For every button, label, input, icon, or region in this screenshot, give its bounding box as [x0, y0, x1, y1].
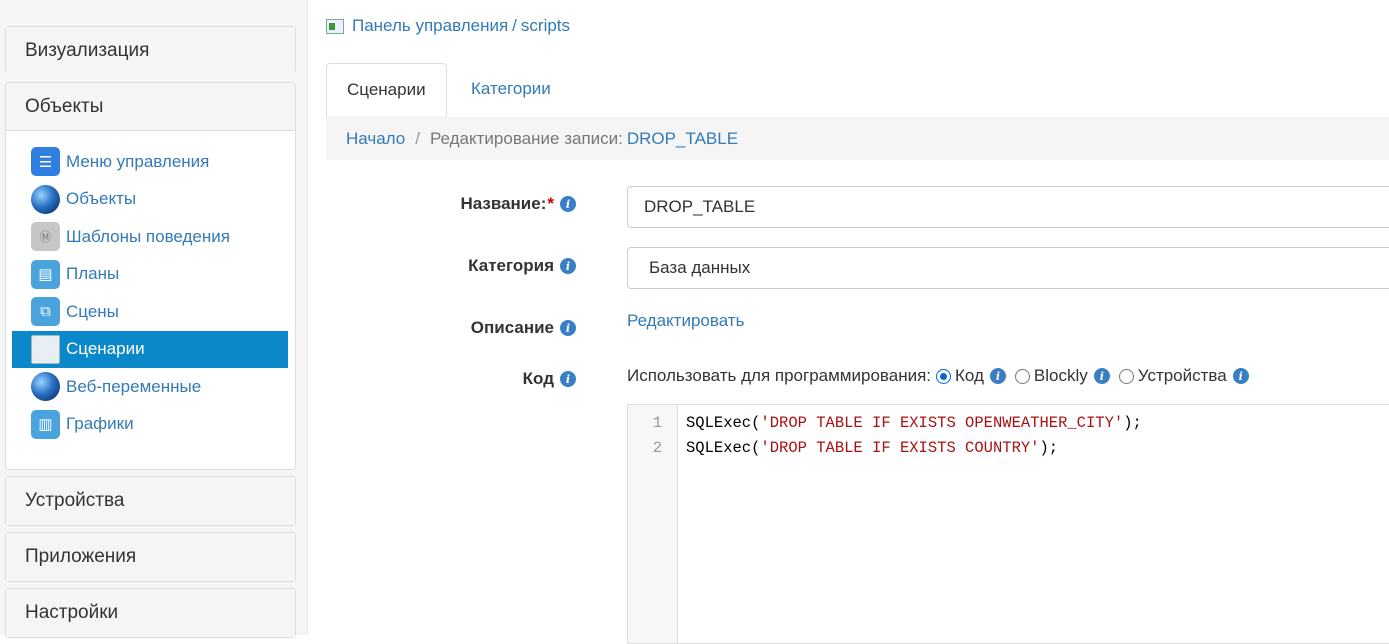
- programming-mode: Использовать для программирования: Код i…: [627, 366, 1253, 386]
- info-icon[interactable]: i: [1093, 368, 1110, 384]
- sidebar-section-visualization[interactable]: Визуализация: [5, 26, 296, 75]
- top-breadcrumb: Панель управления / scripts: [326, 15, 570, 37]
- sidebar-section-label: Настройки: [6, 589, 295, 637]
- description-label-row: Описание i: [326, 317, 576, 339]
- scenes-icon: ⧉: [31, 297, 60, 327]
- web-globe-icon: [31, 372, 60, 402]
- radio-code-label[interactable]: Код: [955, 366, 984, 386]
- sidebar-item-scripts[interactable]: Сценарии: [12, 330, 288, 368]
- objects-menu: ☰ Меню управления Объекты Ⓜ Шаблоны пове…: [12, 143, 288, 443]
- sidebar-item-label: Сцены: [66, 301, 119, 321]
- name-input[interactable]: [627, 186, 1389, 228]
- sidebar-item-charts[interactable]: ▥ Графики: [12, 406, 288, 444]
- sidebar-item-label: Планы: [66, 264, 120, 284]
- code-string: 'DROP TABLE IF EXISTS OPENWEATHER_CITY': [760, 414, 1124, 432]
- code-line: SQLExec('DROP TABLE IF EXISTS OPENWEATHE…: [686, 411, 1142, 436]
- info-icon[interactable]: i: [560, 320, 576, 336]
- sidebar-section-objects: Объекты ☰ Меню управления Объекты Ⓜ Шабл…: [5, 82, 296, 470]
- sidebar-item-control-menu[interactable]: ☰ Меню управления: [12, 143, 288, 181]
- code-line: SQLExec('DROP TABLE IF EXISTS COUNTRY');: [686, 436, 1142, 461]
- sidebar-section-label: Приложения: [6, 533, 295, 581]
- code-editor[interactable]: 1 2 SQLExec('DROP TABLE IF EXISTS OPENWE…: [627, 404, 1389, 644]
- breadcrumb: Начало / Редактирование записи: DROP_TAB…: [326, 117, 1389, 160]
- line-number: 2: [652, 439, 662, 457]
- info-icon[interactable]: i: [560, 371, 576, 387]
- code-token: );: [1123, 414, 1142, 432]
- control-panel-link[interactable]: Панель управления: [352, 16, 508, 36]
- name-label: Название:: [460, 194, 547, 213]
- radio-code[interactable]: [936, 368, 952, 384]
- sidebar: Визуализация Объекты ☰ Меню управления О…: [0, 0, 308, 638]
- sidebar-section-settings[interactable]: Настройки: [5, 588, 296, 638]
- code-label: Код: [522, 369, 554, 388]
- globe-icon: [31, 184, 60, 214]
- menu-list-icon: ☰: [31, 147, 60, 177]
- line-gutter: 1 2: [628, 405, 678, 643]
- radio-blockly[interactable]: [1014, 368, 1030, 384]
- scripts-icon: [31, 334, 60, 364]
- info-icon[interactable]: i: [560, 196, 576, 212]
- code-token: SQLExec(: [686, 439, 761, 457]
- info-icon[interactable]: i: [1232, 368, 1249, 384]
- main-content: Панель управления / scripts Сценарии Кат…: [326, 0, 1389, 644]
- chart-icon: ▥: [31, 409, 60, 439]
- sidebar-item-scenes[interactable]: ⧉ Сцены: [12, 293, 288, 331]
- info-icon[interactable]: i: [989, 368, 1006, 384]
- scripts-link[interactable]: scripts: [521, 16, 570, 36]
- sidebar-item-plans[interactable]: ▤ Планы: [12, 256, 288, 294]
- sidebar-item-label: Сценарии: [66, 339, 145, 359]
- sidebar-item-templates[interactable]: Ⓜ Шаблоны поведения: [12, 218, 288, 256]
- tabs: Сценарии Категории: [326, 63, 1389, 117]
- code-label-row: Код i: [326, 368, 576, 390]
- sidebar-section-apps[interactable]: Приложения: [5, 532, 296, 582]
- breadcrumb-home[interactable]: Начало: [346, 129, 405, 149]
- code-token: SQLExec(: [686, 414, 761, 432]
- category-select[interactable]: База данных: [627, 247, 1389, 289]
- code-lines[interactable]: SQLExec('DROP TABLE IF EXISTS OPENWEATHE…: [686, 411, 1142, 461]
- sidebar-item-label: Шаблоны поведения: [66, 226, 230, 246]
- name-label-row: Название: * i: [326, 193, 576, 215]
- sidebar-item-label: Графики: [66, 414, 134, 434]
- description-label: Описание: [470, 318, 554, 337]
- sidebar-item-label: Объекты: [66, 189, 137, 209]
- breadcrumb-separator: /: [415, 128, 420, 148]
- sidebar-item-label: Веб-переменные: [66, 376, 202, 396]
- breadcrumb-current: Редактирование записи:: [429, 128, 623, 148]
- code-string: 'DROP TABLE IF EXISTS COUNTRY': [760, 439, 1040, 457]
- radio-devices[interactable]: [1118, 368, 1134, 384]
- info-icon[interactable]: i: [560, 258, 576, 274]
- tab-categories[interactable]: Категории: [451, 63, 571, 117]
- plan-icon: ▤: [31, 259, 60, 289]
- template-icon: Ⓜ: [31, 222, 60, 252]
- category-label: Категория: [468, 256, 554, 275]
- sidebar-item-web-variables[interactable]: Веб-переменные: [12, 368, 288, 406]
- sidebar-item-label: Меню управления: [66, 151, 210, 171]
- required-mark: *: [547, 194, 554, 213]
- sidebar-section-devices[interactable]: Устройства: [5, 476, 296, 526]
- radio-blockly-label[interactable]: Blockly: [1034, 366, 1088, 386]
- tab-scripts[interactable]: Сценарии: [326, 63, 447, 117]
- radio-devices-label[interactable]: Устройства: [1138, 366, 1227, 386]
- category-label-row: Категория i: [326, 255, 576, 277]
- breadcrumb-record: DROP_TABLE: [626, 128, 739, 148]
- sidebar-item-objects[interactable]: Объекты: [12, 181, 288, 219]
- code-token: );: [1039, 439, 1059, 457]
- control-panel-icon: [326, 18, 344, 34]
- breadcrumb-separator: /: [512, 16, 517, 35]
- programming-prefix: Использовать для программирования:: [627, 366, 932, 385]
- sidebar-section-label: Визуализация: [6, 27, 295, 75]
- sidebar-section-label[interactable]: Объекты: [6, 83, 295, 131]
- line-number: 1: [652, 414, 662, 432]
- edit-description-link[interactable]: Редактировать: [627, 311, 744, 331]
- sidebar-section-label: Устройства: [6, 477, 295, 525]
